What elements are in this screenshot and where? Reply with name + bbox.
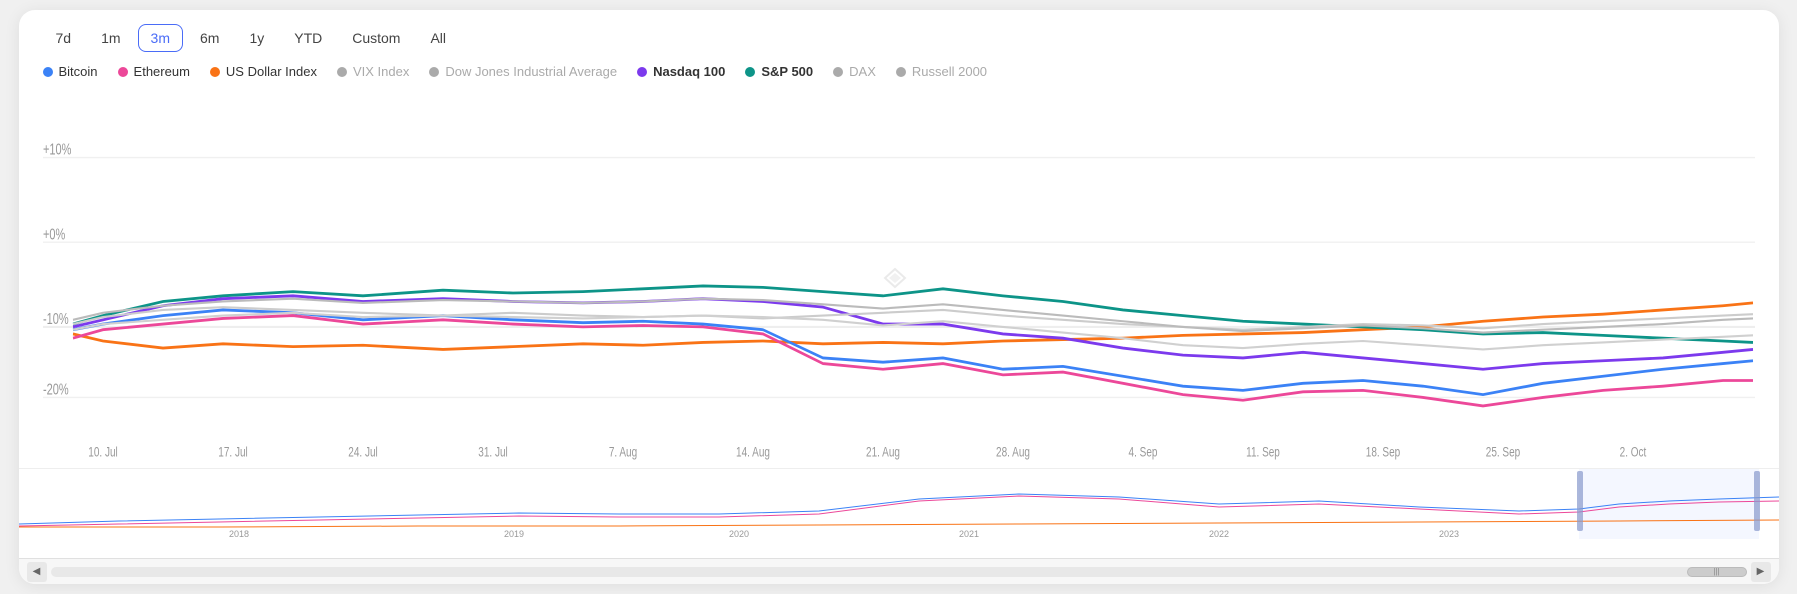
svg-text:21. Aug: 21. Aug	[866, 444, 900, 460]
legend-dot-ethereum	[118, 67, 128, 77]
svg-text:2023: 2023	[1438, 529, 1458, 539]
legend-item-dow-jones-industrial-average[interactable]: Dow Jones Industrial Average	[429, 64, 617, 79]
legend-dot-vix-index	[337, 67, 347, 77]
legend-label-ethereum: Ethereum	[134, 64, 190, 79]
svg-text:2022: 2022	[1208, 529, 1228, 539]
legend-label-bitcoin: Bitcoin	[59, 64, 98, 79]
legend-dot-russell-2000	[896, 67, 906, 77]
svg-text:17. Jul: 17. Jul	[218, 444, 247, 460]
legend-dot-s&p-500	[745, 67, 755, 77]
svg-text:2018: 2018	[228, 529, 248, 539]
scroll-right-arrow[interactable]: ▶	[1751, 562, 1771, 582]
svg-text:31. Jul: 31. Jul	[478, 444, 507, 460]
svg-text:7. Aug: 7. Aug	[608, 444, 637, 460]
svg-text:24. Jul: 24. Jul	[348, 444, 377, 460]
legend-dot-us-dollar-index	[210, 67, 220, 77]
legend-dot-bitcoin	[43, 67, 53, 77]
svg-text:+0%: +0%	[43, 226, 65, 243]
svg-text:2019: 2019	[503, 529, 523, 539]
svg-text:2021: 2021	[958, 529, 978, 539]
legend-item-us-dollar-index[interactable]: US Dollar Index	[210, 64, 317, 79]
legend-item-russell-2000[interactable]: Russell 2000	[896, 64, 987, 79]
navigator-svg: 2018 2019 2020 2021 2022 2023	[19, 469, 1779, 539]
scrollbar-area[interactable]: ◀ ||| ▶	[19, 558, 1779, 584]
time-btn-ytd[interactable]: YTD	[281, 24, 335, 52]
time-btn-3m[interactable]: 3m	[138, 24, 183, 52]
legend-label-dax: DAX	[849, 64, 876, 79]
svg-text:+10%: +10%	[43, 141, 71, 158]
legend-item-nasdaq-100[interactable]: Nasdaq 100	[637, 64, 725, 79]
legend-dot-nasdaq-100	[637, 67, 647, 77]
scrollbar-thumb[interactable]: |||	[1687, 567, 1747, 577]
chart-svg: +10% +0% -10% -20% 10. Jul 17. Jul 24. J…	[43, 87, 1755, 468]
svg-text:2. Oct: 2. Oct	[1619, 444, 1646, 460]
scrollbar-track[interactable]: |||	[51, 567, 1747, 577]
svg-text:11. Sep: 11. Sep	[1246, 444, 1280, 460]
scrollbar-grip: |||	[1688, 568, 1746, 576]
legend-item-vix-index[interactable]: VIX Index	[337, 64, 409, 79]
svg-text:-20%: -20%	[43, 381, 69, 398]
legend-label-nasdaq-100: Nasdaq 100	[653, 64, 725, 79]
legend-item-ethereum[interactable]: Ethereum	[118, 64, 190, 79]
navigator: 2018 2019 2020 2021 2022 2023	[19, 468, 1779, 558]
time-btn-all[interactable]: All	[417, 24, 459, 52]
time-btn-1y[interactable]: 1y	[236, 24, 277, 52]
legend-label-s&p-500: S&P 500	[761, 64, 813, 79]
svg-text:28. Aug: 28. Aug	[996, 444, 1030, 460]
legend-label-vix-index: VIX Index	[353, 64, 409, 79]
legend-bar: Bitcoin Ethereum US Dollar Index VIX Index D…	[19, 60, 1779, 87]
time-btn-1m[interactable]: 1m	[88, 24, 133, 52]
legend-item-dax[interactable]: DAX	[833, 64, 876, 79]
legend-dot-dow-jones-industrial-average	[429, 67, 439, 77]
svg-text:2020: 2020	[728, 529, 748, 539]
legend-dot-dax	[833, 67, 843, 77]
scroll-left-arrow[interactable]: ◀	[27, 562, 47, 582]
legend-label-us-dollar-index: US Dollar Index	[226, 64, 317, 79]
legend-label-russell-2000: Russell 2000	[912, 64, 987, 79]
legend-item-bitcoin[interactable]: Bitcoin	[43, 64, 98, 79]
svg-text:18. Sep: 18. Sep	[1365, 444, 1400, 460]
svg-text:25. Sep: 25. Sep	[1485, 444, 1520, 460]
svg-text:-10%: -10%	[43, 310, 69, 327]
time-range-bar: 7d1m3m6m1yYTDCustomAll	[19, 10, 1779, 60]
time-btn-custom[interactable]: Custom	[339, 24, 413, 52]
legend-item-s&p-500[interactable]: S&P 500	[745, 64, 813, 79]
time-btn-7d[interactable]: 7d	[43, 24, 85, 52]
main-chart: +10% +0% -10% -20% 10. Jul 17. Jul 24. J…	[19, 87, 1779, 468]
svg-text:14. Aug: 14. Aug	[736, 444, 770, 460]
chart-card: 7d1m3m6m1yYTDCustomAll Bitcoin Ethereum US…	[19, 10, 1779, 584]
legend-label-dow-jones-industrial-average: Dow Jones Industrial Average	[445, 64, 617, 79]
time-btn-6m[interactable]: 6m	[187, 24, 232, 52]
svg-text:10. Jul: 10. Jul	[88, 444, 117, 460]
svg-text:4. Sep: 4. Sep	[1128, 444, 1157, 460]
